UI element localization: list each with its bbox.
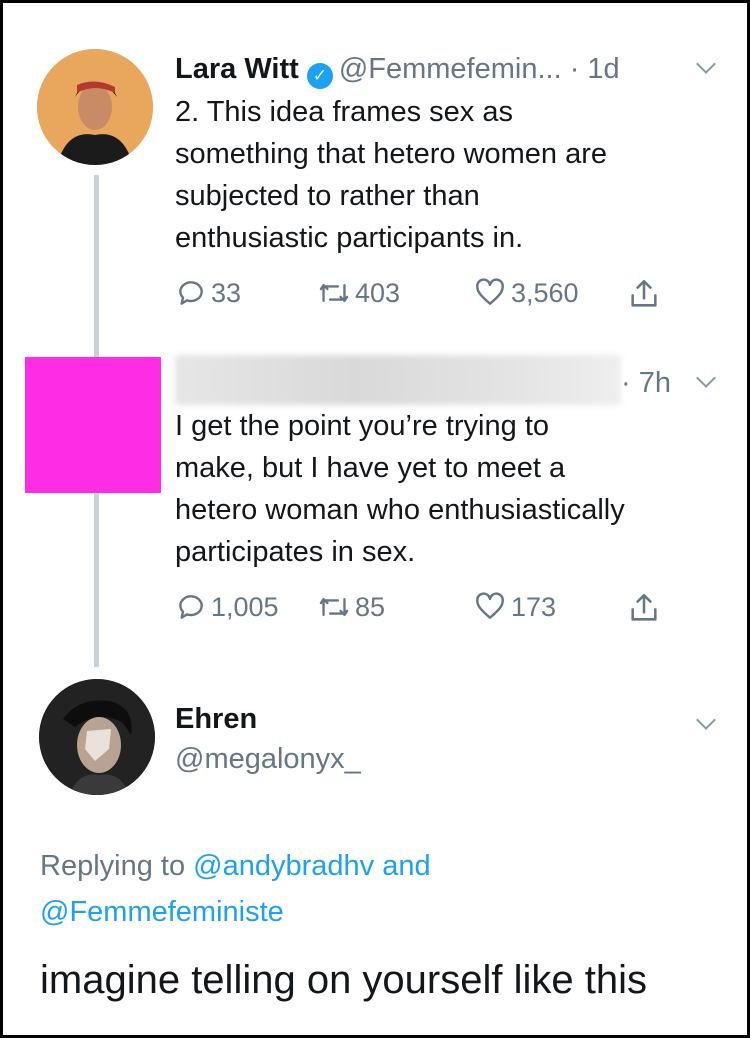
- tweet-text-line: 2. This idea frames sex as: [175, 96, 513, 128]
- retweet-button[interactable]: 85: [317, 591, 385, 623]
- like-button[interactable]: 173: [473, 591, 556, 623]
- tweet-text-line: participates in sex.: [175, 536, 416, 568]
- verified-badge-icon: ✓: [306, 63, 333, 89]
- reply-text: imagine telling on yourself like this: [40, 958, 647, 1002]
- reply-icon: [179, 281, 203, 305]
- share-icon: [631, 593, 657, 621]
- share-button[interactable]: [627, 277, 665, 311]
- tweet-text-line: I get the point you’re trying to: [175, 410, 549, 442]
- replying-to-line: Replying to @andybradhv and @Femmefemini…: [40, 843, 720, 935]
- retweet-icon: [319, 283, 349, 303]
- share-button[interactable]: [627, 591, 665, 625]
- heart-icon: [476, 592, 504, 619]
- tweet-1-header: Lara Witt ✓ @Femmefemin... · 1d: [175, 49, 715, 89]
- redacted-avatar: [25, 357, 161, 493]
- reply-count: 33: [211, 277, 242, 308]
- like-count: 3,560: [511, 277, 579, 308]
- reply-author-name[interactable]: Ehren: [175, 699, 257, 739]
- tweet-text-line: hetero woman who enthusiastically: [175, 494, 625, 526]
- retweet-icon: [319, 597, 349, 617]
- reply-button[interactable]: 1,005: [175, 591, 279, 623]
- chevron-down-icon[interactable]: [696, 368, 716, 388]
- reply-icon: [179, 595, 203, 619]
- avatar-lara-witt[interactable]: [37, 49, 153, 165]
- replying-to-and: and: [382, 850, 431, 882]
- tweet-text-line: enthusiastic participants in.: [175, 222, 524, 254]
- author-handle[interactable]: @Femmefemin...: [339, 53, 562, 85]
- replying-to-label: Replying to: [40, 850, 186, 882]
- tweet-2-actions: 1,005 85 173: [175, 591, 675, 631]
- chevron-down-icon[interactable]: [696, 710, 716, 730]
- retweet-count: 403: [355, 277, 401, 308]
- retweet-count: 85: [355, 591, 386, 622]
- tweet-1-text: 2. This idea frames sex as something tha…: [175, 91, 735, 259]
- tweet-1-actions: 33 403 3,560: [175, 277, 675, 317]
- tweet-text-line: subjected to rather than: [175, 180, 480, 212]
- tweet-2-text: I get the point you’re trying to make, b…: [175, 405, 735, 573]
- tweet-text-line: make, but I have yet to meet a: [175, 452, 566, 484]
- author-name[interactable]: Lara Witt: [175, 53, 299, 85]
- reply-button[interactable]: 33: [175, 277, 241, 309]
- screenshot-page: Lara Witt ✓ @Femmefemin... · 1d 2. This id…: [3, 3, 747, 1035]
- reply-count: 1,005: [211, 591, 279, 622]
- tweet-text-line: something that hetero women are: [175, 138, 608, 170]
- replying-to-user-link[interactable]: @Femmefeministe: [40, 896, 284, 928]
- tweet-timestamp[interactable]: · 7h: [621, 367, 671, 399]
- tweet-2-timestamp-area: · 7h: [621, 363, 671, 403]
- retweet-button[interactable]: 403: [317, 277, 400, 309]
- like-count: 173: [511, 591, 557, 622]
- replying-to-user-link[interactable]: @andybradhv: [193, 850, 374, 882]
- avatar-ehren[interactable]: [39, 679, 155, 795]
- tweet-timestamp[interactable]: · 1d: [570, 53, 620, 85]
- share-icon: [631, 279, 657, 307]
- redacted-author-name: [175, 355, 621, 405]
- heart-icon: [476, 278, 504, 305]
- like-button[interactable]: 3,560: [473, 277, 579, 309]
- reply-author-handle[interactable]: @megalonyx_: [175, 739, 361, 779]
